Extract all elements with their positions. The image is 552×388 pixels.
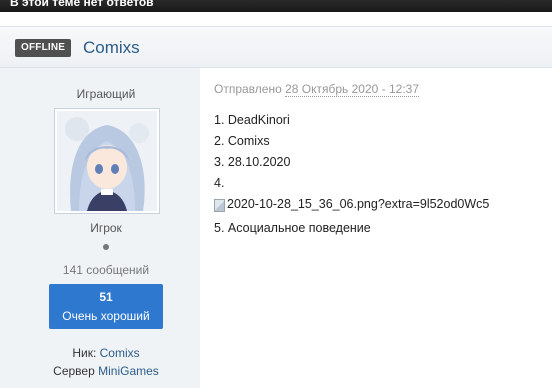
answer-line-4: 4. [214, 176, 225, 190]
reputation-badge: 51 Очень хороший [49, 284, 163, 329]
rank-pip-icon [103, 244, 109, 250]
author-sidebar: Играющий Игрок 141 сообщений 51 Очень хо… [0, 68, 200, 388]
answer-line-1: 1. DeadKinori [214, 113, 290, 127]
reputation-value: 51 [99, 290, 113, 304]
server-value: MiniGames [98, 364, 159, 378]
answer-line-3: 3. 28.10.2020 [214, 155, 291, 169]
nick-value: Comixs [99, 346, 140, 360]
broken-image-icon [214, 199, 225, 212]
posted-prefix: Отправлено [214, 82, 282, 96]
nick-label: Ник: [72, 346, 97, 360]
post-date-line: Отправлено 28 Октябрь 2020 - 12:37 [214, 82, 420, 97]
avatar-image [57, 111, 157, 211]
reputation-label: Очень хороший [62, 309, 150, 323]
member-rank: Игрок [90, 221, 122, 235]
nick-field: Ник: Comixs [0, 346, 212, 360]
post-content: Отправлено 28 Октябрь 2020 - 12:37 1. De… [214, 68, 552, 388]
author-name-link[interactable]: Comixs [83, 37, 140, 59]
status-badge: OFFLINE [15, 39, 72, 57]
answer-line-2: 2. Comixs [214, 134, 270, 148]
topic-notice-text: В этой теме нет ответов [10, 0, 154, 9]
server-label: Сервер [53, 364, 95, 378]
avatar[interactable] [54, 108, 160, 214]
post-body: 1. DeadKinori 2. Comixs 3. 28.10.2020 4.… [214, 110, 489, 239]
topic-notice-bar: В этой теме нет ответов [0, 0, 552, 12]
member-group-title: Играющий [76, 87, 136, 101]
post-header: OFFLINE Comixs [0, 26, 552, 68]
answer-line-5: 5. Асоциальное поведение [214, 221, 371, 235]
post-count: 141 сообщений [62, 263, 150, 277]
posted-date-link[interactable]: 28 Октябрь 2020 - 12:37 [285, 82, 420, 97]
broken-image-alt: 2020-10-28_15_36_06.png?extra=9l52od0Wc5 [227, 197, 490, 211]
anime-girl-avatar-icon [57, 111, 157, 211]
server-field: Сервер MiniGames [0, 364, 212, 378]
broken-image[interactable]: 2020-10-28_15_36_06.png?extra=9l52od0Wc5 [214, 194, 489, 215]
